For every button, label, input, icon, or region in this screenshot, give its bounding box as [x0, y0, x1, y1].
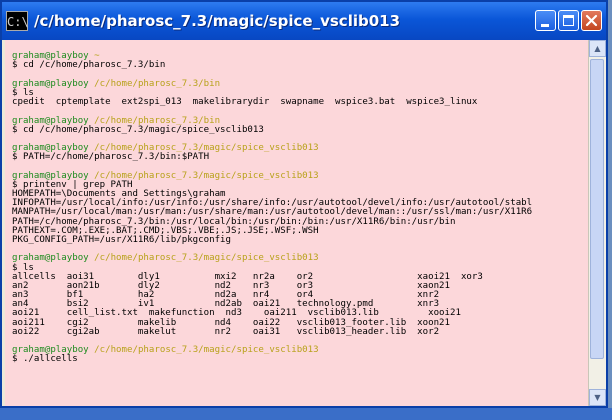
terminal-window: C:\ /c/home/pharosc_7.3/magic/spice_vscl…	[0, 0, 608, 408]
minimize-icon	[541, 24, 549, 27]
prompt-path: /c/home/pharosc_7.3/bin	[94, 78, 221, 89]
close-button[interactable]	[581, 10, 602, 31]
line-text: $ cd /c/home/pharosc_7.3/magic/spice_vsc…	[12, 124, 264, 135]
terminal-line: aoi22 cgi2ab makelut nr2 oai31 vsclib013…	[12, 326, 588, 337]
prompt-path: /c/home/pharosc_7.3/magic/spice_vsclib01…	[94, 253, 319, 264]
terminal-output[interactable]: graham@playboy ~ $ cd /c/home/pharosc_7.3…	[5, 40, 588, 406]
scroll-up-arrow-icon[interactable]: ▲	[589, 40, 606, 57]
terminal-text: graham@playboy ~ $ cd /c/home/pharosc_7.3…	[5, 40, 588, 365]
maximize-button[interactable]	[558, 10, 579, 31]
vertical-scrollbar[interactable]: ▲ ▼	[588, 40, 606, 406]
terminal-line: cpedit cptemplate ext2spi_013 makelibrar…	[12, 98, 588, 107]
terminal-line: $ PATH=/c/home/pharosc_7.3/bin:$PATH	[12, 153, 588, 162]
terminal-line: graham@playboy /c/home/pharosc_7.3/magic…	[12, 254, 588, 263]
terminal-app-icon[interactable]: C:\	[6, 11, 29, 31]
scrollbar-thumb[interactable]	[590, 59, 604, 359]
title-bar[interactable]: C:\ /c/home/pharosc_7.3/magic/spice_vscl…	[2, 2, 606, 40]
terminal-line: graham@playboy /c/home/pharosc_7.3/magic…	[12, 346, 588, 355]
terminal-line: $ cd /c/home/pharosc_7.3/magic/spice_vsc…	[12, 124, 588, 135]
prompt-path: /c/home/pharosc_7.3/magic/spice_vsclib01…	[94, 345, 319, 356]
close-icon	[585, 14, 598, 27]
terminal-line: $ cd /c/home/pharosc_7.3/bin	[12, 61, 588, 70]
scroll-down-arrow-icon[interactable]: ▼	[589, 389, 606, 406]
line-text: $ cd /c/home/pharosc_7.3/bin	[12, 60, 166, 71]
line-text: PKG_CONFIG_PATH=/usr/X11R6/lib/pkgconfig	[12, 234, 231, 245]
window-title: /c/home/pharosc_7.3/magic/spice_vsclib01…	[34, 12, 401, 30]
line-text: $ ./allcells	[12, 354, 78, 365]
taskbar	[0, 408, 612, 420]
terminal-line: graham@playboy /c/home/pharosc_7.3/bin	[12, 78, 588, 89]
line-text: $ PATH=/c/home/pharosc_7.3/bin:$PATH	[12, 152, 210, 163]
terminal-line: $ ./allcells	[12, 355, 588, 364]
window-controls	[535, 10, 602, 31]
line-text: cpedit cptemplate ext2spi_013 makelibrar…	[12, 97, 478, 108]
minimize-button[interactable]	[535, 10, 556, 31]
maximize-icon	[563, 15, 574, 26]
line-text: aoi22 cgi2ab makelut nr2 oai31 vsclib013…	[12, 326, 440, 337]
terminal-line: PKG_CONFIG_PATH=/usr/X11R6/lib/pkgconfig	[12, 234, 588, 245]
